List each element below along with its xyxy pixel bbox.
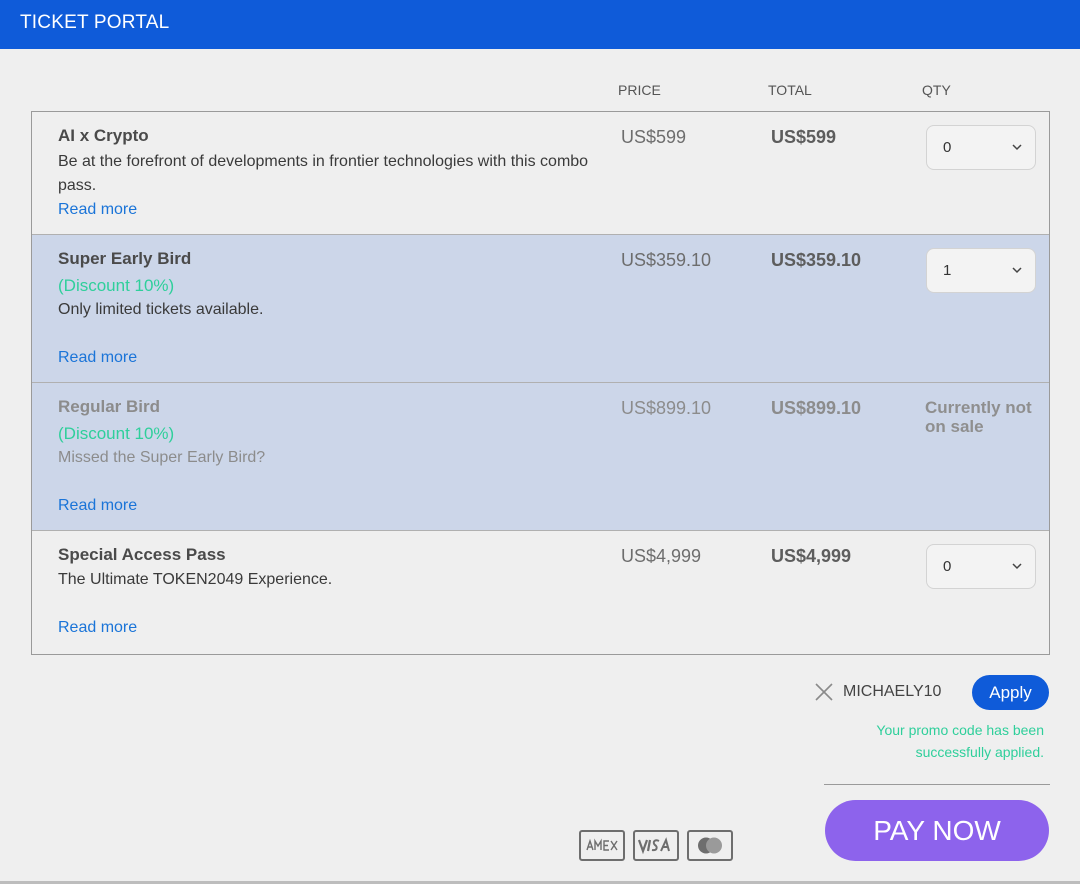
chevron-down-icon bbox=[1012, 563, 1022, 570]
ticket-description: The Ultimate TOKEN2049 Experience. bbox=[58, 571, 333, 588]
chevron-down-icon bbox=[1012, 144, 1022, 151]
column-header-qty: QTY bbox=[922, 82, 951, 98]
ticket-name: Regular Bird bbox=[58, 397, 161, 416]
column-header-total: TOTAL bbox=[768, 82, 812, 98]
ticket-price: US$899.10 bbox=[621, 398, 712, 418]
chevron-down-icon bbox=[1012, 267, 1022, 274]
apply-button[interactable]: Apply bbox=[972, 675, 1049, 710]
ticket-total: US$599 bbox=[771, 127, 837, 147]
ticket-description: Be at the forefront of developments in f… bbox=[58, 153, 589, 194]
ticket-row-ai-x-crypto: AI x Crypto Be at the forefront of devel… bbox=[32, 112, 1049, 235]
read-more-link[interactable]: Read more bbox=[58, 619, 137, 637]
visa-icon bbox=[633, 830, 679, 861]
ticket-price: US$359.10 bbox=[621, 250, 712, 270]
column-header-price: PRICE bbox=[618, 82, 661, 98]
read-more-link[interactable]: Read more bbox=[58, 201, 137, 219]
mastercard-icon bbox=[687, 830, 733, 861]
ticket-total: US$899.10 bbox=[771, 398, 862, 418]
ticket-total: US$359.10 bbox=[771, 250, 862, 270]
divider bbox=[824, 784, 1050, 785]
ticket-name: Special Access Pass bbox=[58, 545, 226, 564]
ticket-table: AI x Crypto Be at the forefront of devel… bbox=[31, 111, 1050, 655]
ticket-total: US$4,999 bbox=[771, 546, 852, 566]
discount-label: (Discount 10%) bbox=[58, 276, 175, 295]
ticket-row-super-early-bird: Super Early Bird (Discount 10%) Only lim… bbox=[32, 235, 1049, 383]
read-more-link[interactable]: Read more bbox=[58, 497, 137, 515]
ticket-row-regular-bird: Regular Bird (Discount 10%) Missed the S… bbox=[32, 383, 1049, 531]
top-bar: TICKET PORTAL bbox=[0, 0, 1080, 49]
quantity-select[interactable]: 0 bbox=[926, 125, 1036, 170]
page-title: TICKET PORTAL bbox=[20, 12, 170, 33]
ticket-price: US$4,999 bbox=[621, 546, 702, 566]
discount-label: (Discount 10%) bbox=[58, 424, 175, 443]
ticket-description: Missed the Super Early Bird? bbox=[58, 449, 266, 466]
promo-code-value: MICHAELY10 bbox=[843, 683, 942, 700]
ticket-name: Super Early Bird bbox=[58, 249, 192, 268]
amex-icon bbox=[579, 830, 625, 861]
quantity-value: 0 bbox=[943, 139, 952, 156]
pay-now-button[interactable]: PAY NOW bbox=[825, 800, 1049, 861]
quantity-select[interactable]: 0 bbox=[926, 544, 1036, 589]
ticket-row-special-access-pass: Special Access Pass The Ultimate TOKEN20… bbox=[32, 531, 1049, 654]
not-on-sale-status: Currently not on sale bbox=[925, 398, 1032, 436]
close-icon[interactable] bbox=[813, 681, 835, 703]
quantity-select[interactable]: 1 bbox=[926, 248, 1036, 293]
quantity-value: 0 bbox=[943, 558, 952, 575]
ticket-name: AI x Crypto bbox=[58, 126, 149, 145]
ticket-price: US$599 bbox=[621, 127, 687, 147]
ticket-description: Only limited tickets available. bbox=[58, 301, 264, 318]
promo-success-message: Your promo code has been successfully ap… bbox=[876, 722, 1044, 760]
read-more-link[interactable]: Read more bbox=[58, 349, 137, 367]
quantity-value: 1 bbox=[943, 262, 952, 279]
